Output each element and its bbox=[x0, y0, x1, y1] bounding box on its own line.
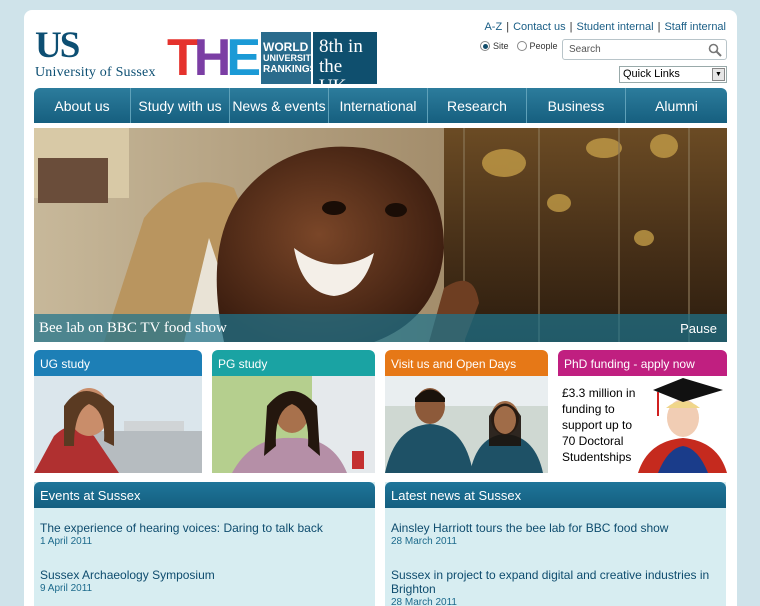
news-title[interactable]: Ainsley Harriott tours the bee lab for B… bbox=[391, 521, 720, 535]
logo-text: University of Sussex bbox=[35, 65, 156, 80]
link-separator: | bbox=[657, 21, 661, 33]
the-wur-line: UNIVERSITY bbox=[263, 52, 318, 63]
link-contact-us[interactable]: Contact us bbox=[513, 21, 566, 33]
pg-study-photo bbox=[212, 376, 375, 473]
nav-alumni[interactable]: Alumni bbox=[626, 88, 727, 123]
the-letter-t: T bbox=[167, 29, 199, 87]
the-rank-block: 8th in the UK bbox=[313, 32, 378, 97]
phd-text-line: Studentships bbox=[562, 450, 632, 464]
university-logo[interactable]: US University of Sussex bbox=[35, 25, 156, 81]
link-separator: | bbox=[569, 21, 573, 33]
event-date: 9 April 2011 bbox=[40, 583, 93, 594]
hero-image bbox=[34, 128, 727, 342]
tile-title[interactable]: Visit us and Open Days bbox=[385, 350, 548, 376]
tile-ug-study[interactable]: UG study bbox=[34, 350, 202, 473]
list-item: The experience of hearing voices: Daring… bbox=[34, 521, 375, 547]
event-date: 1 April 2011 bbox=[40, 536, 93, 547]
phd-text-line: support up to bbox=[562, 418, 633, 432]
tile-pg-study[interactable]: PG study bbox=[212, 350, 375, 473]
the-letter-e: E bbox=[226, 29, 262, 87]
tile-image: £3.3 million in funding to support up to… bbox=[558, 376, 727, 473]
phd-text-line: 70 Doctoral bbox=[562, 434, 624, 448]
event-title[interactable]: Sussex Archaeology Symposium bbox=[40, 568, 369, 582]
quick-links-label: Quick Links bbox=[623, 68, 680, 80]
radio-site-label: Site bbox=[493, 41, 509, 51]
quick-links-select[interactable]: Quick Links ▼ bbox=[619, 66, 727, 83]
the-letter-h: H bbox=[193, 29, 231, 87]
hero-slideshow[interactable]: Bee lab on BBC TV food show Pause bbox=[34, 128, 727, 342]
ug-study-photo bbox=[34, 376, 202, 473]
news-heading[interactable]: Latest news at Sussex bbox=[385, 482, 726, 508]
nav-business[interactable]: Business bbox=[527, 88, 626, 123]
top-links: A-Z | Contact us | Student internal | St… bbox=[484, 21, 726, 33]
list-item: Sussex Archaeology Symposium 9 April 201… bbox=[34, 568, 375, 594]
list-item: Ainsley Harriott tours the bee lab for B… bbox=[385, 521, 726, 547]
the-letters: T H E bbox=[167, 32, 261, 84]
tile-visit-us[interactable]: Visit us and Open Days bbox=[385, 350, 548, 473]
phd-funding-text: £3.3 million in funding to support up to… bbox=[562, 385, 652, 465]
search-scope: Site People bbox=[480, 41, 566, 51]
tile-title[interactable]: PhD funding - apply now bbox=[558, 350, 727, 376]
nav-news-events[interactable]: News & events bbox=[230, 88, 329, 123]
radio-people[interactable] bbox=[516, 41, 527, 51]
link-a-z[interactable]: A-Z bbox=[484, 21, 502, 33]
page-container: US University of Sussex T H E WORLD UNIV… bbox=[24, 10, 737, 606]
events-panel: Events at Sussex The experience of heari… bbox=[34, 482, 375, 606]
chevron-down-icon[interactable]: ▼ bbox=[712, 68, 725, 81]
nav-international[interactable]: International bbox=[329, 88, 428, 123]
list-item: Sussex in project to expand digital and … bbox=[385, 568, 726, 606]
tile-image bbox=[212, 376, 375, 473]
link-staff-internal[interactable]: Staff internal bbox=[664, 21, 726, 33]
phd-text-line: £3.3 million in bbox=[562, 386, 636, 400]
events-heading[interactable]: Events at Sussex bbox=[34, 482, 375, 508]
news-title[interactable]: Sussex in project to expand digital and … bbox=[391, 568, 720, 596]
main-nav: About us Study with us News & events Int… bbox=[34, 88, 727, 123]
news-panel: Latest news at Sussex Ainsley Harriott t… bbox=[385, 482, 726, 606]
search-placeholder: Search bbox=[569, 44, 601, 55]
search-icon[interactable] bbox=[708, 43, 722, 57]
link-separator: | bbox=[506, 21, 510, 33]
tile-image bbox=[34, 376, 202, 473]
phd-text-line: funding to bbox=[562, 402, 615, 416]
link-student-internal[interactable]: Student internal bbox=[577, 21, 654, 33]
tile-image bbox=[385, 376, 548, 473]
the-rankings-banner[interactable]: T H E WORLD UNIVERSITY RANKINGS 8th in t… bbox=[167, 32, 378, 97]
news-date: 28 March 2011 bbox=[391, 536, 457, 547]
radio-site[interactable] bbox=[480, 41, 490, 51]
the-wur-line: WORLD bbox=[263, 39, 309, 54]
event-title[interactable]: The experience of hearing voices: Daring… bbox=[40, 521, 369, 535]
tile-phd-funding[interactable]: PhD funding - apply now £3.3 million in … bbox=[558, 350, 727, 473]
hero-caption-bar: Bee lab on BBC TV food show Pause bbox=[34, 314, 727, 342]
the-wur-block: WORLD UNIVERSITY RANKINGS bbox=[261, 32, 318, 84]
radio-people-label: People bbox=[529, 41, 558, 51]
the-wur-line: RANKINGS bbox=[263, 63, 317, 75]
pause-button[interactable]: Pause bbox=[680, 321, 717, 336]
logo-mark: US bbox=[35, 25, 80, 66]
tile-title[interactable]: PG study bbox=[212, 350, 375, 376]
search-input[interactable]: Search bbox=[562, 39, 727, 60]
nav-study-with-us[interactable]: Study with us bbox=[131, 88, 230, 123]
nav-about-us[interactable]: About us bbox=[34, 88, 131, 123]
news-date: 28 March 2011 bbox=[391, 597, 457, 606]
visit-us-photo bbox=[385, 376, 548, 473]
the-rank-line: 8th in bbox=[319, 36, 363, 57]
tile-title[interactable]: UG study bbox=[34, 350, 202, 376]
hero-caption[interactable]: Bee lab on BBC TV food show bbox=[39, 320, 227, 337]
nav-research[interactable]: Research bbox=[428, 88, 527, 123]
